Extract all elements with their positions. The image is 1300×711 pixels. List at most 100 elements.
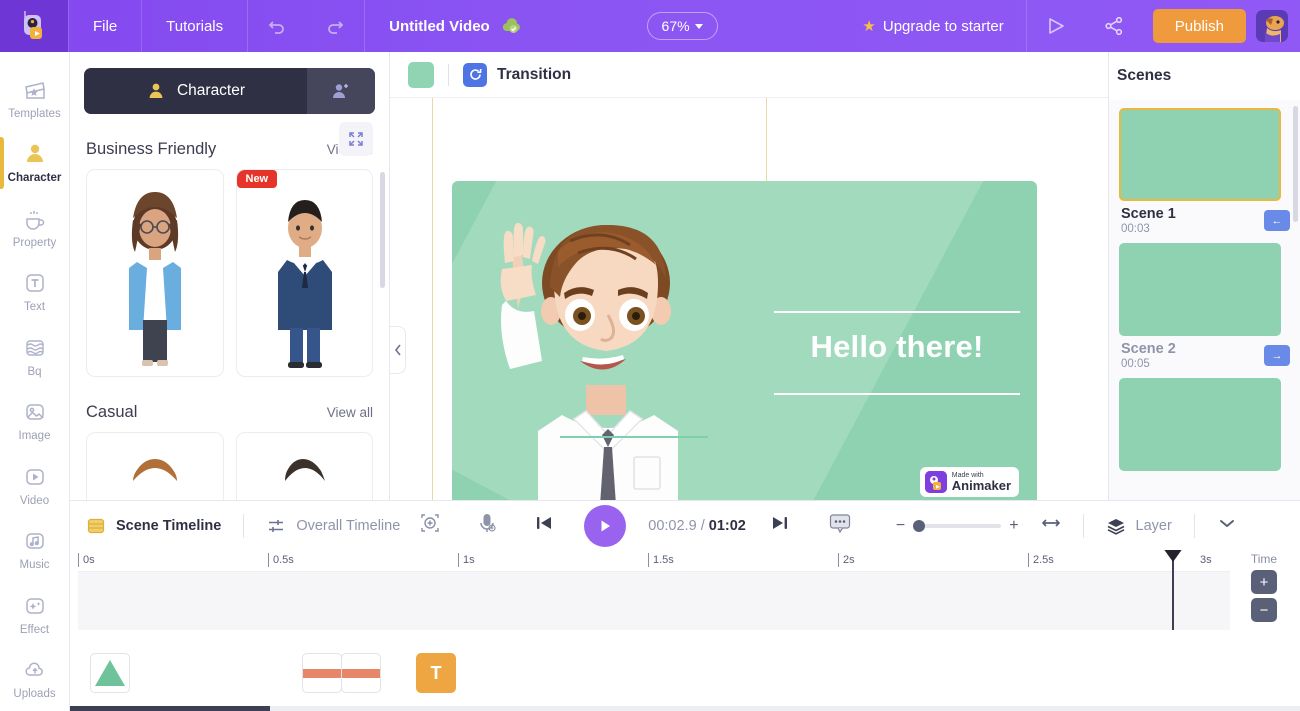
scene-name: Scene 2 [1121,341,1176,357]
zoom-out-button[interactable]: − [896,517,905,535]
fit-width-button[interactable] [1041,514,1061,537]
ruler-tick: 1.5s [648,553,674,567]
user-avatar[interactable] [1255,10,1288,42]
scene-item-3[interactable] [1119,378,1290,471]
time-separator: / [700,517,705,534]
scene-background-swatch[interactable] [408,61,434,88]
canvas-stage[interactable]: Hello there! Made with Animaker [390,98,1108,500]
preview-button[interactable] [1027,0,1085,52]
rail-item-character[interactable]: Character [0,131,69,196]
timeline-object-shape[interactable] [90,653,130,693]
app-logo[interactable] [0,0,68,52]
rail-label: Property [12,236,57,249]
view-all-casual[interactable]: View all [327,405,373,420]
timeline-track-band[interactable] [78,572,1230,630]
tab-add-character[interactable] [307,68,375,114]
rail-label: Uploads [13,688,56,701]
tab-character[interactable]: Character [84,68,307,114]
previous-frame-button[interactable] [534,513,556,538]
rail-item-text[interactable]: Text [0,260,69,325]
scene-next-transition-button[interactable]: → [1264,345,1290,366]
publish-button[interactable]: Publish [1152,9,1246,43]
scene-canvas[interactable]: Hello there! Made with Animaker [452,181,1037,500]
section-title: Casual [86,403,138,421]
panel-scrollbar[interactable] [380,172,385,288]
timeline-ruler[interactable]: 0s 0.5s 1s 1.5s 2s 2.5s 3s [78,550,1230,572]
cloud-saved-icon [502,18,520,33]
scene-thumbnail[interactable] [1119,378,1281,471]
character-card-casual-1[interactable] [86,432,224,500]
rail-label: Image [18,430,51,443]
expand-panel-button[interactable] [339,122,373,156]
collapse-panel-button[interactable] [390,326,406,374]
character-card-business-man[interactable]: New [235,169,373,377]
scene-item-2[interactable]: Scene 2 00:05 → [1119,243,1290,378]
document-title[interactable]: Untitled Video [365,0,500,52]
menu-file[interactable]: File [69,0,141,52]
scene-timeline-label: Scene Timeline [116,517,222,534]
scene-thumbnail[interactable] [1119,108,1281,201]
zoom-in-button[interactable]: + [1009,517,1018,535]
timeline-object-line-2[interactable] [341,653,381,693]
timeline-hscroll-thumb[interactable] [70,706,270,711]
overall-timeline-tab[interactable]: Overall Timeline [266,516,400,536]
redo-button[interactable] [306,0,364,52]
voice-record-button[interactable] [476,511,498,540]
timeline-zoom-slider[interactable]: − + [896,517,1019,535]
new-badge: New [236,170,278,188]
rail-item-templates[interactable]: Templates [0,66,69,131]
rail-label: Character [7,172,62,185]
transition-button[interactable]: Transition [463,62,571,87]
layer-button[interactable]: Layer [1106,516,1172,536]
scene-thumbnail[interactable] [1119,243,1281,336]
rail-item-video[interactable]: Video [0,453,69,518]
decrease-time-button[interactable]: − [1251,598,1277,622]
rail-item-bq[interactable]: Bq [0,324,69,389]
scene-meta: Scene 2 00:05 → [1119,336,1290,378]
character-card-casual-2[interactable] [235,432,373,500]
character-card-business-woman[interactable] [86,169,224,377]
collapse-timeline-button[interactable] [1217,516,1237,535]
menu-tutorials[interactable]: Tutorials [142,0,247,52]
chevron-down-icon [1219,520,1234,527]
line-icon [342,668,380,678]
zoom-level-selector[interactable]: 67% [646,12,718,40]
rail-item-property[interactable]: Property [0,195,69,260]
timeline-object-line-1[interactable] [302,653,342,693]
upgrade-button[interactable]: ★ Upgrade to starter [840,0,1025,52]
rail-item-uploads[interactable]: Uploads [0,647,69,711]
add-to-timeline-button[interactable] [418,511,442,540]
scene-character-illustration[interactable] [458,191,718,500]
next-frame-button[interactable] [768,513,790,538]
timeline-object-text[interactable]: T [416,653,456,693]
divider [448,63,449,86]
microphone-icon [480,514,496,532]
share-button[interactable] [1085,0,1143,52]
subtitle-button[interactable] [828,512,852,539]
ruler-tick: 1s [458,553,475,567]
undo-button[interactable] [248,0,306,52]
scene-item-1[interactable]: Scene 1 00:03 ← [1119,108,1290,243]
rail-label: Video [19,494,50,507]
rail-item-effect[interactable]: Effect [0,582,69,647]
watermark-text: Made with Animaker [952,472,1011,492]
slider-track[interactable] [913,519,1002,532]
watermark-logo-icon [924,471,947,493]
slider-knob[interactable] [913,519,926,532]
rail-item-image[interactable]: Image [0,389,69,454]
ruler-tick: 3s [1200,554,1212,566]
increase-time-button[interactable]: + [1251,570,1277,594]
scene-name: Scene 1 [1121,206,1176,222]
scene-timeline-tab[interactable]: Scene Timeline [86,516,221,536]
playhead[interactable] [1163,550,1183,630]
text-icon [25,274,44,292]
section-title: Business Friendly [86,140,217,158]
scene-prev-transition-button[interactable]: ← [1264,210,1290,231]
scenes-scrollbar[interactable] [1293,106,1298,222]
playhead-handle[interactable] [1163,550,1183,562]
fit-width-icon [1041,519,1060,527]
rail-item-music[interactable]: Music [0,518,69,583]
play-button[interactable] [584,504,627,547]
time-readout: 00:02.9 / 01:02 [648,518,746,534]
scene-heading[interactable]: Hello there! [772,329,1022,365]
